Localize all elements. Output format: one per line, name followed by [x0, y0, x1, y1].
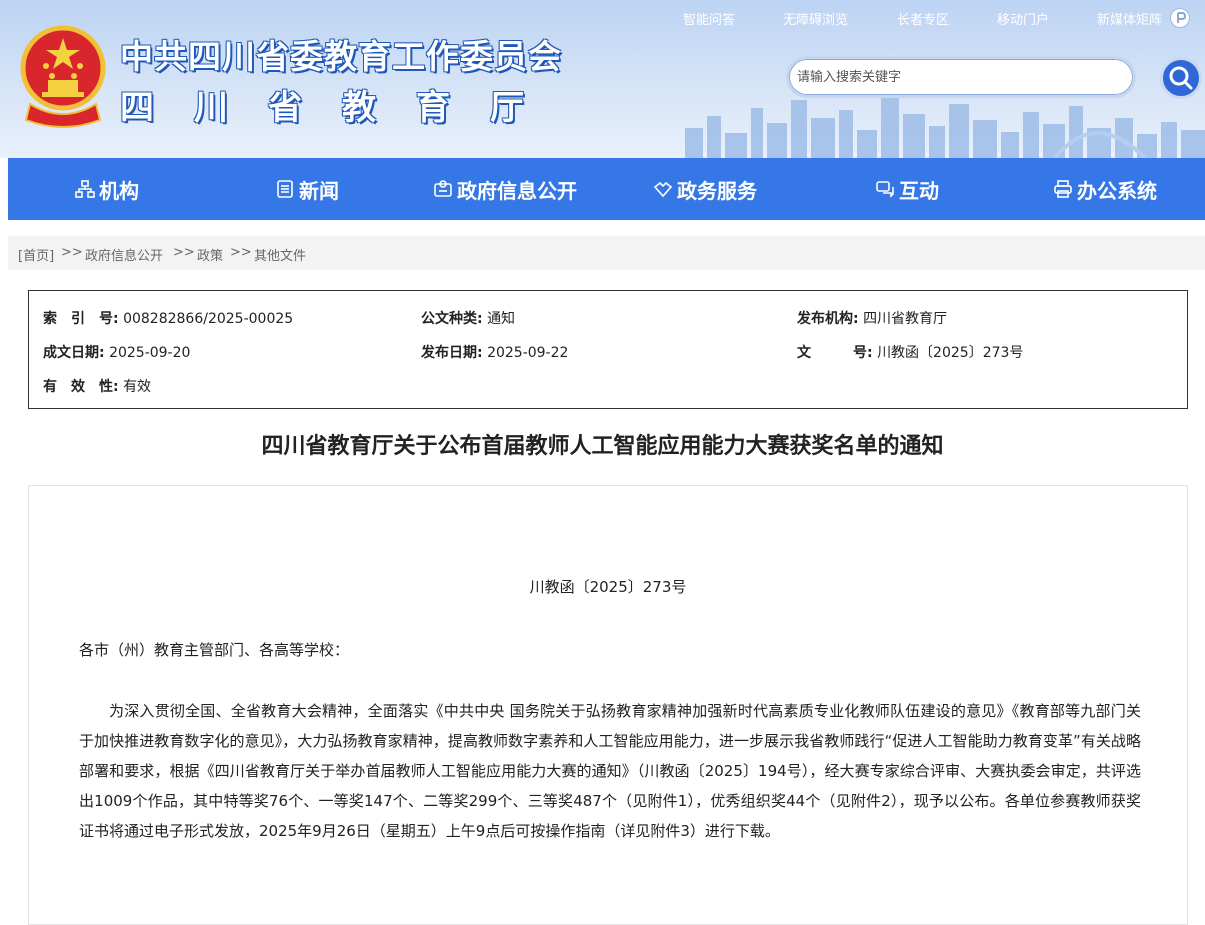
breadcrumb-separator: >>	[173, 245, 195, 260]
newspaper-icon	[277, 180, 293, 198]
article-salutation: 各市（州）教育主管部门、各高等学校：	[79, 641, 350, 659]
breadcrumb-other-files[interactable]: 其他文件	[254, 245, 306, 264]
breadcrumb-policy[interactable]: 政策	[197, 245, 223, 264]
top-links: 智能问答 无障碍浏览 长者专区 移动门户 新媒体矩阵	[0, 9, 1205, 29]
nav-label-office: 办公系统	[1077, 178, 1157, 203]
meta-pub-value: 2025-09-22	[487, 345, 569, 361]
national-emblem-logo	[20, 25, 106, 128]
meta-valid-value: 有效	[123, 379, 152, 395]
breadcrumb: [首页] >> 政府信息公开 >> 政策 >> 其他文件	[8, 236, 1205, 270]
top-link-new-media[interactable]: 新媒体矩阵	[1097, 9, 1162, 28]
org-chart-icon	[75, 180, 95, 198]
meta-pub-date: 发布日期: 2025-09-22	[421, 342, 568, 362]
new-media-icon[interactable]	[1170, 8, 1190, 28]
search-input[interactable]	[797, 66, 1127, 88]
nav-item-office[interactable]: 办公系统	[1053, 158, 1157, 220]
meta-docno-value: 川教函〔2025〕273号	[877, 345, 1024, 361]
nav-label-services: 政务服务	[677, 178, 757, 203]
document-metadata: 索 引 号: 008282866/2025-00025 公文种类: 通知 发布机…	[28, 290, 1188, 409]
meta-index-label: 索 引 号:	[43, 311, 119, 327]
info-card-icon	[434, 180, 452, 197]
meta-type-value: 通知	[487, 311, 516, 327]
nav-item-org[interactable]: 机构	[75, 158, 139, 220]
nav-label-news: 新闻	[299, 178, 339, 203]
site-header: 中共四川省委教育工作委员会 四川省教育厅 智能问答 无障碍浏览 长者专区 移动门…	[0, 0, 1205, 158]
breadcrumb-gov-info[interactable]: 政府信息公开	[85, 245, 163, 264]
article-title: 四川省教育厅关于公布首届教师人工智能应用能力大赛获奖名单的通知	[261, 434, 944, 459]
main-nav: 机构 新闻 政府信息公开 政务服务 互动 办公系统	[8, 158, 1205, 220]
article-body: 川教函〔2025〕273号 各市（州）教育主管部门、各高等学校： 为深入贯彻全国…	[28, 485, 1188, 925]
meta-index-value: 008282866/2025-00025	[123, 311, 294, 327]
meta-made-value: 2025-09-20	[109, 345, 191, 361]
search-box	[786, 56, 1136, 98]
nav-item-services[interactable]: 政务服务	[653, 158, 757, 220]
meta-type: 公文种类: 通知	[421, 308, 515, 328]
nav-item-news[interactable]: 新闻	[275, 158, 339, 220]
nav-item-gov-info[interactable]: 政府信息公开	[433, 158, 577, 220]
meta-validity: 有 效 性: 有效	[43, 376, 151, 396]
meta-issuer-value: 四川省教育厅	[863, 311, 948, 327]
org-name-title: 中共四川省委教育工作委员会	[120, 37, 562, 76]
breadcrumb-home[interactable]: [首页]	[18, 245, 54, 264]
top-link-mobile[interactable]: 移动门户	[997, 9, 1049, 28]
printer-icon	[1054, 180, 1072, 198]
search-button[interactable]	[1160, 57, 1202, 99]
meta-type-label: 公文种类:	[421, 311, 483, 327]
top-link-accessibility[interactable]: 无障碍浏览	[783, 9, 848, 28]
search-icon	[1169, 66, 1193, 90]
meta-docno: 文 号: 川教函〔2025〕273号	[797, 342, 1023, 362]
top-link-smart-qa[interactable]: 智能问答	[683, 9, 735, 28]
meta-index: 索 引 号: 008282866/2025-00025	[43, 308, 293, 328]
nav-label-interaction: 互动	[899, 178, 939, 203]
meta-valid-label: 有 效 性:	[43, 379, 119, 395]
meta-made-label: 成文日期:	[43, 345, 105, 361]
nav-item-interaction[interactable]: 互动	[875, 158, 939, 220]
meta-docno-label: 文 号:	[797, 345, 873, 361]
chat-icon	[876, 181, 894, 198]
top-link-elderly[interactable]: 长者专区	[897, 9, 949, 28]
breadcrumb-separator: >>	[61, 245, 83, 260]
nav-label-org: 机构	[99, 178, 139, 203]
handshake-icon	[653, 181, 673, 198]
nav-label-gov-info: 政府信息公开	[457, 178, 577, 203]
meta-pub-label: 发布日期:	[421, 345, 483, 361]
meta-issuer: 发布机构: 四川省教育厅	[797, 308, 947, 328]
article-paragraph: 为深入贯彻全国、全省教育大会精神，全面落实《中共中央 国务院关于弘扬教育家精神加…	[79, 702, 1141, 840]
article-doc-number: 川教函〔2025〕273号	[529, 578, 687, 596]
meta-issuer-label: 发布机构:	[797, 311, 859, 327]
dept-name-title: 四川省教育厅	[120, 88, 564, 128]
breadcrumb-separator: >>	[230, 245, 252, 260]
city-skyline-illustration	[685, 96, 1205, 158]
meta-made-date: 成文日期: 2025-09-20	[43, 342, 190, 362]
